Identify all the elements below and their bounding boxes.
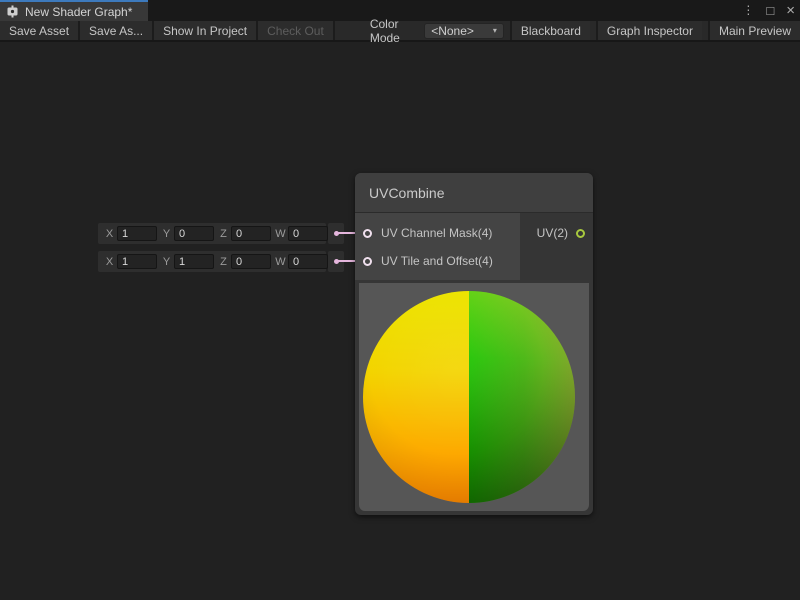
sphere-uv-left-half [363,291,469,503]
window-controls: ⋮ □ × [742,0,795,21]
component-label-y: Y [160,256,173,268]
output-port-row: UV(2) [537,219,585,247]
graph-inspector-toggle-button[interactable]: Graph Inspector [596,21,702,40]
blackboard-toggle-button[interactable]: Blackboard [510,21,590,40]
component-label-x: X [103,228,116,240]
tab-title: New Shader Graph* [25,5,132,19]
node-title-bar[interactable]: UVCombine [355,173,593,213]
vector-w-field[interactable] [288,226,328,241]
vector-z-field[interactable] [231,226,271,241]
shader-graph-asset-icon [6,5,19,18]
toolbar-right-group: Blackboard Graph Inspector Main Preview [504,21,800,40]
component-label-z: Z [217,256,230,268]
preview-sphere [363,291,575,503]
show-in-project-button[interactable]: Show In Project [154,21,258,40]
save-as-button[interactable]: Save As... [80,21,154,40]
node-preview-area [359,283,589,511]
vector-y-field[interactable] [174,254,214,269]
color-mode-value: <None> [431,24,474,38]
vector4-input-row-2: X Y Z W [98,251,326,272]
component-label-w: W [274,228,287,240]
shader-graph-window: New Shader Graph* ⋮ □ × Save Asset Save … [0,0,800,600]
component-label-y: Y [160,228,173,240]
graph-toolbar: Save Asset Save As... Show In Project Ch… [0,21,800,42]
close-icon[interactable]: × [786,0,795,21]
graph-canvas[interactable]: X Y Z W X Y Z W [0,42,800,600]
vector-x-field[interactable] [117,226,157,241]
component-label-z: Z [217,228,230,240]
vector-x-field[interactable] [117,254,157,269]
vector-y-field[interactable] [174,226,214,241]
sphere-uv-right-half [469,291,575,503]
node-uvcombine[interactable]: UVCombine UV Channel Mask(4) UV Tile and… [355,173,593,515]
color-mode-label: Color Mode [363,21,424,40]
tab-new-shader-graph[interactable]: New Shader Graph* [0,0,148,21]
node-body: UV Channel Mask(4) UV Tile and Offset(4)… [355,213,593,280]
input-port-row-2: UV Tile and Offset(4) [355,247,520,275]
vector-z-field[interactable] [231,254,271,269]
input-port-icon[interactable] [363,229,372,238]
input-port-row-1: UV Channel Mask(4) [355,219,520,247]
maximize-icon[interactable]: □ [766,0,774,21]
output-port-label: UV(2) [537,226,568,240]
main-preview-toggle-button[interactable]: Main Preview [708,21,800,40]
check-out-button: Check Out [258,21,335,40]
component-label-w: W [274,256,287,268]
node-input-panel: UV Channel Mask(4) UV Tile and Offset(4) [355,213,520,280]
vector-w-field[interactable] [288,254,328,269]
node-title: UVCombine [369,185,444,201]
component-label-x: X [103,256,116,268]
save-asset-button[interactable]: Save Asset [0,21,80,40]
chevron-down-icon: ▾ [493,26,497,35]
input-port-label: UV Channel Mask(4) [381,226,492,240]
window-menu-icon[interactable]: ⋮ [742,0,754,21]
input-port-icon[interactable] [363,257,372,266]
input-port-label: UV Tile and Offset(4) [381,254,493,268]
output-port-icon[interactable] [576,229,585,238]
vector4-input-row-1: X Y Z W [98,223,326,244]
color-mode-dropdown[interactable]: <None> ▾ [424,23,504,39]
